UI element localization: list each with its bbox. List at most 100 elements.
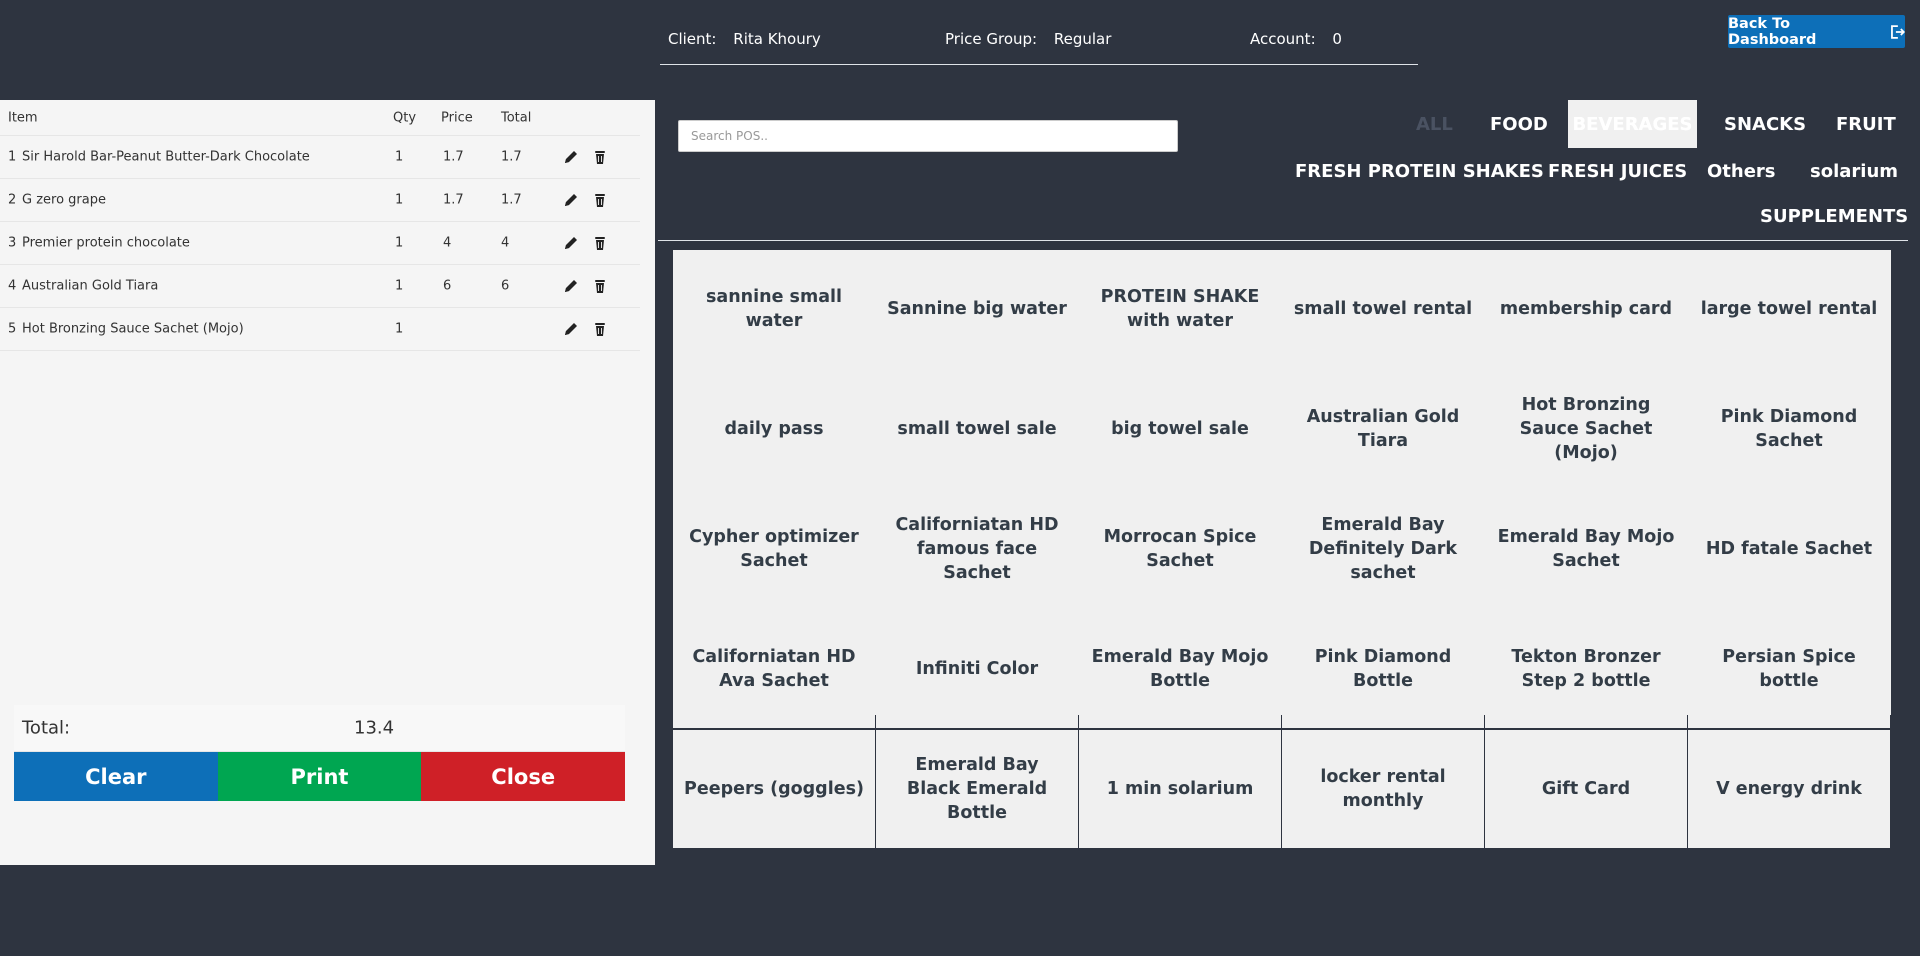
product-tile[interactable]: Emerald Bay Definitely Dark sachet xyxy=(1282,490,1484,608)
trash-icon[interactable] xyxy=(592,278,608,294)
product-tile[interactable]: daily pass xyxy=(673,370,875,488)
product-tile[interactable]: Emerald Bay Mojo Sachet xyxy=(1485,490,1687,608)
client-label: Client: xyxy=(668,30,717,48)
cart-row-price: 6 xyxy=(443,278,452,294)
cart-row-qty: 1 xyxy=(395,192,404,208)
edit-icon[interactable] xyxy=(563,149,579,165)
cart-row: 4 Australian Gold Tiara 1 6 6 xyxy=(0,265,640,308)
category-supplements[interactable]: SUPPLEMENTS xyxy=(1760,206,1908,227)
total-box: Total: 13.4 xyxy=(14,705,625,752)
product-tile[interactable]: Gift Card xyxy=(1485,730,1687,848)
category-fresh-protein-shakes[interactable]: FRESH PROTEIN SHAKES xyxy=(1295,161,1544,182)
product-tile[interactable]: locker rental monthly xyxy=(1282,730,1484,848)
cart-row-total: 1.7 xyxy=(501,192,522,208)
cart-row: 5 Hot Bronzing Sauce Sachet (Mojo) 1 xyxy=(0,308,640,351)
product-tile[interactable]: V energy drink xyxy=(1688,730,1890,848)
back-to-dashboard-label: Back To Dashboard xyxy=(1728,15,1817,48)
price-group-label: Price Group: xyxy=(945,30,1038,48)
product-tile[interactable]: 1 min solarium xyxy=(1079,730,1281,848)
trash-icon[interactable] xyxy=(592,321,608,337)
product-tile[interactable]: HD fatale Sachet xyxy=(1688,490,1890,608)
print-button[interactable]: Print xyxy=(217,752,422,801)
column-price: Price xyxy=(441,110,473,125)
total-value: 13.4 xyxy=(354,717,395,739)
edit-icon[interactable] xyxy=(563,235,579,251)
product-tile[interactable]: Hot Bronzing Sauce Sachet (Mojo) xyxy=(1485,370,1687,488)
product-tile[interactable]: large towel rental xyxy=(1688,250,1890,368)
product-tile[interactable]: Pink Diamond Sachet xyxy=(1688,370,1890,488)
product-tile[interactable]: Cypher optimizer Sachet xyxy=(673,490,875,608)
cart-row-name: Australian Gold Tiara xyxy=(22,278,159,294)
search-input[interactable]: Search POS.. xyxy=(678,120,1178,152)
trash-icon[interactable] xyxy=(592,235,608,251)
edit-icon[interactable] xyxy=(563,278,579,294)
cart-row: 2 G zero grape 1 1.7 1.7 xyxy=(0,179,640,222)
category-solarium[interactable]: solarium xyxy=(1810,161,1898,182)
cart-row-total: 6 xyxy=(501,278,510,294)
top-bar: Client: Rita Khoury Price Group: Regular… xyxy=(0,0,1920,100)
product-tile[interactable]: Peepers (goggles) xyxy=(673,730,875,848)
product-tile[interactable]: small towel sale xyxy=(876,370,1078,488)
product-tile[interactable]: Sannine big water xyxy=(876,250,1078,368)
column-qty: Qty xyxy=(393,110,417,125)
cart-actions: Clear Print Close xyxy=(14,752,626,801)
cart-row-total: 1.7 xyxy=(501,149,522,165)
cart-row-name: G zero grape xyxy=(22,192,106,208)
exit-icon xyxy=(1891,24,1905,39)
cart-row-qty: 1 xyxy=(395,149,404,165)
account-label: Account: xyxy=(1250,30,1316,48)
cart-row-number: 5 xyxy=(8,321,17,337)
cart-row-price: 1.7 xyxy=(443,149,464,165)
category-all[interactable]: ALL xyxy=(1416,114,1453,135)
cart-panel: Item Qty Price Total 1 Sir Harold Bar-Pea… xyxy=(0,100,655,865)
product-tile[interactable]: big towel sale xyxy=(1079,370,1281,488)
category-divider xyxy=(658,240,1908,241)
cart-row-name: Hot Bronzing Sauce Sachet (Mojo) xyxy=(22,321,244,337)
client-name: Rita Khoury xyxy=(733,30,821,48)
edit-icon[interactable] xyxy=(563,321,579,337)
cart-row-qty: 1 xyxy=(395,278,404,294)
price-group-info: Price Group: Regular xyxy=(945,30,1111,48)
category-others[interactable]: Others xyxy=(1707,161,1776,182)
product-tile[interactable]: Persian Spice bottle xyxy=(1688,610,1890,728)
edit-icon[interactable] xyxy=(563,192,579,208)
account-info: Account: 0 xyxy=(1250,30,1342,48)
product-tile[interactable]: sannine small water xyxy=(673,250,875,368)
product-tile[interactable]: Emerald Bay Black Emerald Bottle xyxy=(876,730,1078,848)
product-tile[interactable]: small towel rental xyxy=(1282,250,1484,368)
category-fresh-juices[interactable]: FRESH JUICES xyxy=(1548,161,1687,182)
product-tile[interactable]: Infiniti Color xyxy=(876,610,1078,728)
category-fruit[interactable]: FRUIT xyxy=(1836,114,1896,135)
product-tile[interactable]: PROTEIN SHAKE with water xyxy=(1079,250,1281,368)
product-tile[interactable]: membership card xyxy=(1485,250,1687,368)
price-group-value: Regular xyxy=(1053,30,1112,48)
product-tile[interactable]: Pink Diamond Bottle xyxy=(1282,610,1484,728)
close-button[interactable]: Close xyxy=(421,752,626,801)
category-food[interactable]: FOOD xyxy=(1490,114,1548,135)
column-total: Total xyxy=(501,110,532,125)
cart-row-number: 1 xyxy=(8,149,17,165)
cart-row: 1 Sir Harold Bar-Peanut Butter-Dark Choco… xyxy=(0,136,640,179)
clear-button[interactable]: Clear xyxy=(14,752,218,801)
cart-row-total: 4 xyxy=(501,235,510,251)
product-tile[interactable]: Californiatan HD Ava Sachet xyxy=(673,610,875,728)
product-tile[interactable]: Emerald Bay Mojo Bottle xyxy=(1079,610,1281,728)
product-tile[interactable]: Californiatan HD famous face Sachet xyxy=(876,490,1078,608)
trash-icon[interactable] xyxy=(592,149,608,165)
category-beverages[interactable]: BEVERAGES xyxy=(1568,100,1697,148)
product-tile[interactable]: Australian Gold Tiara xyxy=(1282,370,1484,488)
client-info-bar: Client: Rita Khoury Price Group: Regular… xyxy=(660,0,1418,65)
cart-table: Item Qty Price Total 1 Sir Harold Bar-Pea… xyxy=(0,100,640,351)
cart-row-qty: 1 xyxy=(395,321,404,337)
column-item: Item xyxy=(8,110,38,125)
product-tile[interactable]: Tekton Bronzer Step 2 bottle xyxy=(1485,610,1687,728)
category-snacks[interactable]: SNACKS xyxy=(1724,114,1806,135)
back-to-dashboard-button[interactable]: Back To Dashboard xyxy=(1728,15,1905,48)
cart-row-number: 4 xyxy=(8,278,17,294)
cart-row-price: 1.7 xyxy=(443,192,464,208)
product-tile[interactable]: Morrocan Spice Sachet xyxy=(1079,490,1281,608)
cart-row-name: Sir Harold Bar-Peanut Butter-Dark Chocol… xyxy=(22,149,310,165)
cart-row-number: 3 xyxy=(8,235,17,251)
trash-icon[interactable] xyxy=(592,192,608,208)
cart-row-price: 4 xyxy=(443,235,452,251)
